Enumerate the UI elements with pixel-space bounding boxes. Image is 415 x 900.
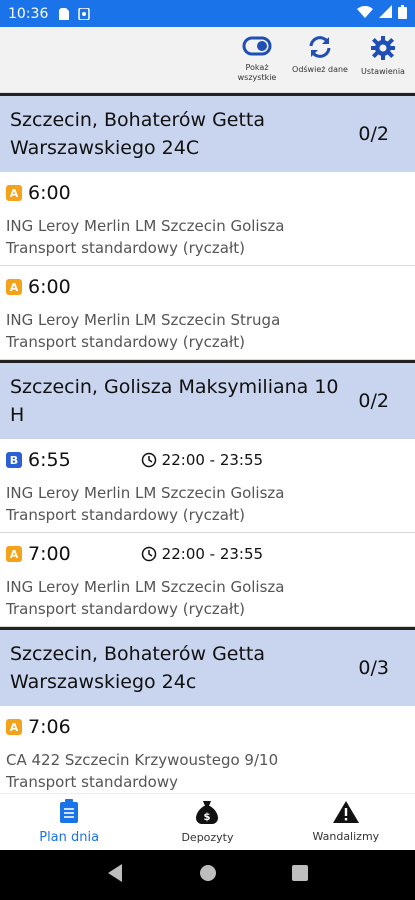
location-address: Szczecin, Bohaterów Getta Warszawskiego … <box>10 109 266 159</box>
location-progress-count: 0/3 <box>358 657 389 679</box>
nav-wandalizmy[interactable]: Wandalizmy <box>277 794 415 850</box>
time-window-text: 22:00 - 23:55 <box>161 545 264 563</box>
stop-transport: Transport standardowy (ryczałt) <box>6 506 245 524</box>
priority-badge: A <box>6 546 22 562</box>
stop-time: 6:00 <box>28 276 71 298</box>
show-all-label: Pokaż wszystkie <box>237 63 277 82</box>
home-icon[interactable] <box>199 864 217 886</box>
nav-depozyty[interactable]: $ Depozyty <box>138 794 276 850</box>
warning-icon <box>332 801 359 827</box>
nav-vandalism-label: Wandalizmy <box>312 830 380 843</box>
back-icon[interactable] <box>107 864 124 886</box>
sim-card-icon <box>58 7 70 21</box>
clock-icon <box>141 452 156 468</box>
stop-item[interactable]: B 6:55 22:00 - 23:55 ING Leroy Merlin LM… <box>0 439 415 533</box>
location-group-header[interactable]: Szczecin, Bohaterów Getta Warszawskiego … <box>0 627 415 706</box>
stop-client: ING Leroy Merlin LM Szczecin Golisza <box>6 578 285 596</box>
bottom-navigation: Plan dnia $ Depozyty Wandalizmy <box>0 793 415 850</box>
time-window-text: 22:00 - 23:55 <box>161 451 264 469</box>
stop-item[interactable]: A 6:00 ING Leroy Merlin LM Szczecin Stru… <box>0 266 415 360</box>
stop-item[interactable]: A 7:00 22:00 - 23:55 ING Leroy Merlin LM… <box>0 533 415 627</box>
priority-badge: A <box>6 719 22 735</box>
time-window: 22:00 - 23:55 <box>141 545 263 563</box>
priority-badge: A <box>6 185 22 201</box>
stop-transport: Transport standardowy (ryczałt) <box>6 239 245 257</box>
system-navigation-bar <box>0 850 415 900</box>
settings-label: Ustawienia <box>361 67 405 76</box>
stop-client: CA 422 Szczecin Krzywoustego 9/10 <box>6 751 279 769</box>
nav-plan-label: Plan dnia <box>39 830 100 845</box>
day-plan-list: Szczecin, Bohaterów Getta Warszawskiego … <box>0 93 415 793</box>
nav-deposits-label: Depozyty <box>181 831 234 844</box>
location-address: Szczecin, Bohaterów Getta Warszawskiego … <box>10 643 266 693</box>
top-toolbar: Pokaż wszystkie Odśwież dane Ustawienia <box>0 27 415 93</box>
show-all-button[interactable]: Pokaż wszystkie <box>227 35 287 83</box>
stop-time: 7:00 <box>28 543 71 565</box>
status-time: 10:36 <box>8 5 49 22</box>
refresh-icon <box>307 35 333 63</box>
stop-time: 6:55 <box>28 449 71 471</box>
settings-button[interactable]: Ustawienia <box>353 35 413 77</box>
svg-text:$: $ <box>204 812 211 823</box>
refresh-label: Odśwież dane <box>292 65 348 74</box>
location-address: Szczecin, Golisza Maksymiliana 10 H <box>10 376 339 426</box>
stop-transport: Transport standardowy (ryczałt) <box>6 333 245 351</box>
signal-icon <box>379 5 392 22</box>
stop-item[interactable]: A 6:00 ING Leroy Merlin LM Szczecin Goli… <box>0 172 415 266</box>
location-progress-count: 0/2 <box>358 390 389 412</box>
notification-icon <box>78 7 91 21</box>
recents-icon[interactable] <box>291 865 308 885</box>
refresh-button[interactable]: Odśwież dane <box>290 35 350 75</box>
stop-transport: Transport standardowy (ryczałt) <box>6 600 245 618</box>
stop-time: 6:00 <box>28 182 71 204</box>
stop-client: ING Leroy Merlin LM Szczecin Struga <box>6 311 281 329</box>
time-window: 22:00 - 23:55 <box>141 451 263 469</box>
stop-transport: Transport standardowy <box>6 773 179 791</box>
stop-client: ING Leroy Merlin LM Szczecin Golisza <box>6 484 285 502</box>
toggle-icon <box>242 35 272 61</box>
nav-plan-dnia[interactable]: Plan dnia <box>0 794 138 850</box>
wifi-icon <box>357 5 373 22</box>
location-progress-count: 0/2 <box>358 123 389 145</box>
priority-badge: A <box>6 279 22 295</box>
stop-client: ING Leroy Merlin LM Szczecin Golisza <box>6 217 285 235</box>
stop-time: 7:06 <box>28 716 71 738</box>
battery-icon <box>398 4 407 23</box>
gear-icon <box>370 35 396 65</box>
location-group-header[interactable]: Szczecin, Bohaterów Getta Warszawskiego … <box>0 93 415 172</box>
clipboard-icon <box>60 799 79 827</box>
location-group-header[interactable]: Szczecin, Golisza Maksymiliana 10 H 0/2 <box>0 360 415 439</box>
stop-item[interactable]: A 7:06 CA 422 Szczecin Krzywoustego 9/10… <box>0 706 415 793</box>
priority-badge: B <box>6 452 22 468</box>
status-bar: 10:36 <box>0 0 415 27</box>
money-bag-icon: $ <box>196 800 219 828</box>
clock-icon <box>141 546 156 562</box>
